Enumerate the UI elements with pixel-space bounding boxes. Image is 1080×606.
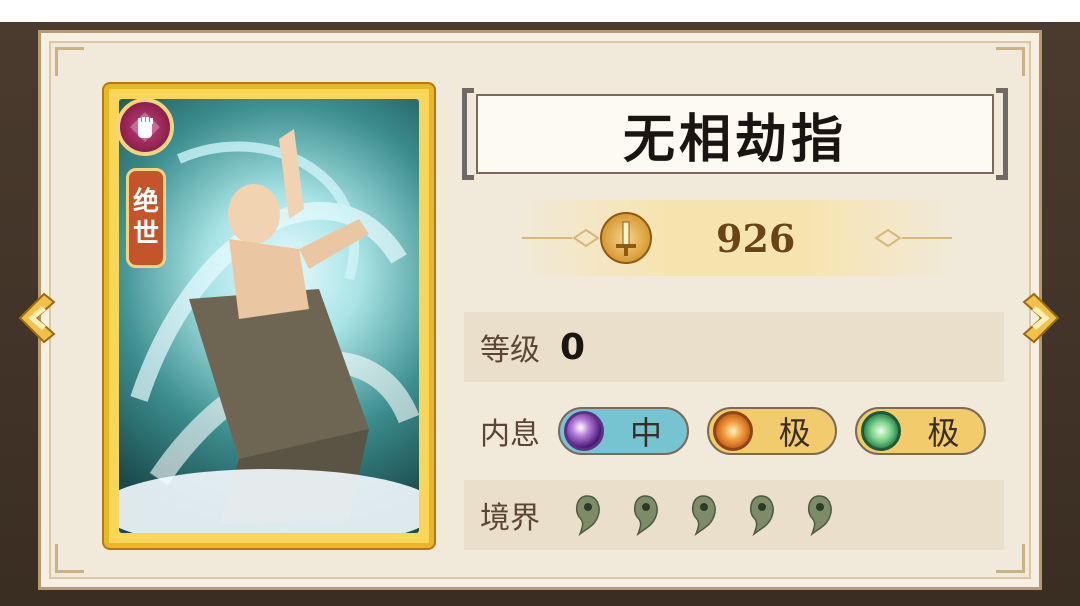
rarity-badge: 绝 世 <box>126 168 166 268</box>
green-moon-orb-icon <box>861 411 902 451</box>
sword-power-icon <box>600 212 652 264</box>
level-value: 0 <box>560 326 586 368</box>
neixi-label: 内息 <box>480 417 540 452</box>
power-row: 926 <box>512 200 962 276</box>
corner-ornament <box>996 47 1025 76</box>
neixi-row: 内息 中 极 极 <box>464 396 1004 466</box>
chevron-right-icon <box>1022 292 1060 344</box>
next-arrow-button[interactable] <box>1020 288 1064 348</box>
sword-icon <box>616 221 636 256</box>
bracket-right <box>996 88 1008 180</box>
realm-magatama-icon <box>633 495 658 536</box>
neixi-pill[interactable]: 极 <box>706 407 838 455</box>
neixi-grade: 中 <box>629 414 662 452</box>
rarity-char: 世 <box>132 219 159 249</box>
skill-title: 无相劫指 <box>476 94 994 174</box>
realm-label: 境界 <box>480 501 540 536</box>
neixi-pill[interactable]: 中 <box>557 407 689 455</box>
skill-type-fist-badge <box>116 98 174 156</box>
level-row: 等级 0 <box>464 312 1004 382</box>
rarity-char: 绝 <box>132 187 159 217</box>
monk-fighter-illustration <box>119 129 419 533</box>
realm-magatama-icon <box>691 495 716 536</box>
power-value: 926 <box>716 216 796 261</box>
skill-title-box: 无相劫指 <box>462 88 1008 180</box>
neixi-grade: 极 <box>778 414 811 452</box>
realm-magatama-icon <box>749 495 774 536</box>
prev-arrow-button[interactable] <box>14 288 58 348</box>
fist-icon <box>130 112 160 142</box>
realm-row: 境界 <box>464 480 1004 550</box>
purple-moon-orb-icon <box>563 411 604 451</box>
realm-magatama-icon <box>807 495 832 536</box>
neixi-grade: 极 <box>927 414 960 452</box>
skill-card-art <box>119 99 419 533</box>
realm-magatama-icon <box>575 495 600 536</box>
realm-marks <box>572 494 862 536</box>
orange-sun-orb-icon <box>712 411 753 451</box>
corner-ornament <box>55 544 84 573</box>
bracket-left <box>462 88 474 180</box>
neixi-pill[interactable]: 极 <box>855 407 987 455</box>
corner-ornament <box>55 47 84 76</box>
level-label: 等级 <box>480 333 540 368</box>
chevron-left-icon <box>18 292 56 344</box>
